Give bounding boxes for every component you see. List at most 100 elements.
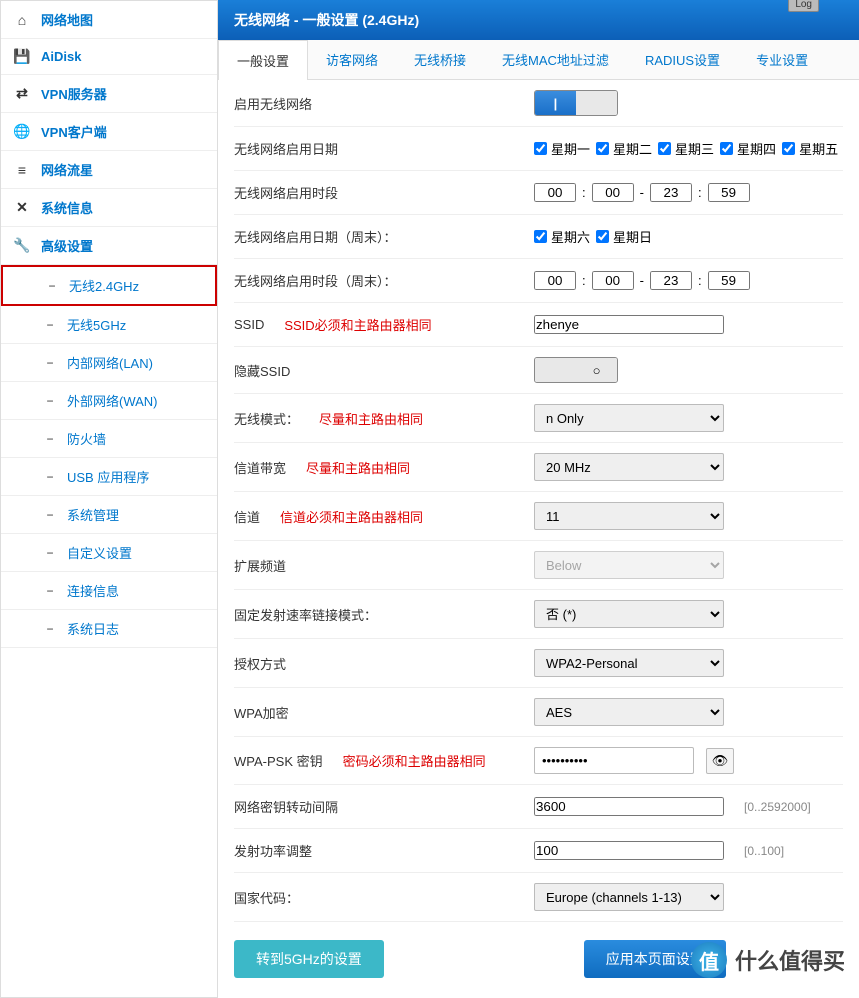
checkbox-thu[interactable]: 星期四 xyxy=(720,139,776,158)
checkbox-mon[interactable]: 星期一 xyxy=(534,139,590,158)
toggle-off: ○ xyxy=(576,358,617,382)
goto-5ghz-button[interactable]: 转到5GHz的设置 xyxy=(234,940,384,978)
enable-radio-toggle[interactable]: | xyxy=(534,90,618,116)
checkbox-wed[interactable]: 星期三 xyxy=(658,139,714,158)
time-m2-input[interactable] xyxy=(708,183,750,202)
label: 网络密钥转动间隔 xyxy=(234,797,338,816)
gmode-select[interactable]: 否 (*) xyxy=(534,600,724,628)
sidebar-item-syslog[interactable]: −系统日志 xyxy=(1,610,217,648)
sidebar-item-advanced[interactable]: 🔧高级设置 xyxy=(1,227,217,265)
tab-bridge[interactable]: 无线桥接 xyxy=(396,40,484,79)
note: SSID必须和主路由器相同 xyxy=(284,315,431,334)
time-h2-input[interactable] xyxy=(650,183,692,202)
time-h1-input[interactable] xyxy=(534,183,576,202)
row-rekey: 网络密钥转动间隔 [0..2592000] xyxy=(234,785,843,829)
checkbox-fri[interactable]: 星期五 xyxy=(782,139,838,158)
main-content: Log 无线网络 - 一般设置 (2.4GHz) 一般设置 访客网络 无线桥接 … xyxy=(218,0,859,998)
hint: [0..2592000] xyxy=(744,800,811,814)
label: 扩展频道 xyxy=(234,556,286,575)
sidebar-label: 系统信息 xyxy=(41,198,93,217)
sidebar-item-sysinfo[interactable]: ✕系统信息 xyxy=(1,189,217,227)
checkbox-input[interactable] xyxy=(720,142,733,155)
auth-select[interactable]: WPA2-Personal xyxy=(534,649,724,677)
sidebar-label: 无线5GHz xyxy=(67,315,126,334)
sidebar-label: 外部网络(WAN) xyxy=(67,391,158,410)
sidebar-label: 内部网络(LAN) xyxy=(67,353,153,372)
checkbox-sun[interactable]: 星期日 xyxy=(596,227,652,246)
checkbox-input[interactable] xyxy=(782,142,795,155)
checkbox-input[interactable] xyxy=(534,142,547,155)
sidebar-label: VPN客户端 xyxy=(41,122,107,141)
sidebar-label: VPN服务器 xyxy=(41,84,107,103)
ext-channel-select: Below xyxy=(534,551,724,579)
sidebar-item-custom[interactable]: −自定义设置 xyxy=(1,534,217,572)
ssid-input[interactable] xyxy=(534,315,724,334)
sidebar-label: 防火墙 xyxy=(67,429,106,448)
form: 启用无线网络 | 无线网络启用日期 星期一 星期二 星期三 星期四 星期五 xyxy=(218,80,859,998)
checkbox-tue[interactable]: 星期二 xyxy=(596,139,652,158)
checkbox-input[interactable] xyxy=(658,142,671,155)
sidebar-label: 系统管理 xyxy=(67,505,119,524)
label: WPA-PSK 密钥 xyxy=(234,751,323,770)
channel-select[interactable]: 11 xyxy=(534,502,724,530)
tab-macfilter[interactable]: 无线MAC地址过滤 xyxy=(484,40,627,79)
wrench-icon: 🔧 xyxy=(13,237,31,254)
sidebar-label: 连接信息 xyxy=(67,581,119,600)
sidebar-item-vpnclient[interactable]: 🌐VPN客户端 xyxy=(1,113,217,151)
sidebar-item-wireless24[interactable]: −无线2.4GHz xyxy=(1,265,217,306)
label: 国家代码： xyxy=(234,888,299,907)
sidebar-item-netmap[interactable]: ⌂网络地图 xyxy=(1,1,217,39)
time-m1-input[interactable] xyxy=(592,183,634,202)
sidebar-label: USB 应用程序 xyxy=(67,467,149,486)
time-we-m2-input[interactable] xyxy=(708,271,750,290)
sidebar-label: AiDisk xyxy=(41,49,81,64)
sidebar-item-vpnserver[interactable]: ⇄VPN服务器 xyxy=(1,75,217,113)
tab-radius[interactable]: RADIUS设置 xyxy=(627,40,738,79)
time-we-m1-input[interactable] xyxy=(592,271,634,290)
country-select[interactable]: Europe (channels 1-13) xyxy=(534,883,724,911)
show-password-button[interactable]: 👁 xyxy=(706,748,734,774)
sidebar-item-traffic[interactable]: ≡网络流星 xyxy=(1,151,217,189)
checkbox-input[interactable] xyxy=(534,230,547,243)
sidebar-item-usb[interactable]: −USB 应用程序 xyxy=(1,458,217,496)
checkbox-input[interactable] xyxy=(596,142,609,155)
note: 信道必须和主路由器相同 xyxy=(280,507,423,526)
row-wpa-enc: WPA加密 AES xyxy=(234,688,843,737)
actions: 转到5GHz的设置 应用本页面设置 xyxy=(234,922,843,978)
checkbox-input[interactable] xyxy=(596,230,609,243)
log-button[interactable]: Log xyxy=(788,0,819,12)
mode-select[interactable]: n Only xyxy=(534,404,724,432)
sidebar-item-wireless5[interactable]: −无线5GHz xyxy=(1,306,217,344)
tab-guest[interactable]: 访客网络 xyxy=(308,40,396,79)
tab-pro[interactable]: 专业设置 xyxy=(738,40,826,79)
checkbox-sat[interactable]: 星期六 xyxy=(534,227,590,246)
sidebar-label: 无线2.4GHz xyxy=(69,276,139,295)
sidebar-item-connection[interactable]: −连接信息 xyxy=(1,572,217,610)
sidebar-label: 网络地图 xyxy=(41,10,93,29)
time-we-h1-input[interactable] xyxy=(534,271,576,290)
row-enable-date-weekend: 无线网络启用日期（周末）： 星期六 星期日 xyxy=(234,215,843,259)
sidebar-item-wan[interactable]: −外部网络(WAN) xyxy=(1,382,217,420)
sidebar-item-admin[interactable]: −系统管理 xyxy=(1,496,217,534)
hide-ssid-toggle[interactable]: ○ xyxy=(534,357,618,383)
time-we-h2-input[interactable] xyxy=(650,271,692,290)
bandwidth-select[interactable]: 20 MHz xyxy=(534,453,724,481)
sidebar-item-lan[interactable]: −内部网络(LAN) xyxy=(1,344,217,382)
row-gmode: 固定发射速率链接模式： 否 (*) xyxy=(234,590,843,639)
label: 无线网络启用日期 xyxy=(234,139,338,158)
sidebar: ⌂网络地图 💾AiDisk ⇄VPN服务器 🌐VPN客户端 ≡网络流星 ✕系统信… xyxy=(0,0,218,998)
minus-icon: − xyxy=(43,622,57,636)
wpa-enc-select[interactable]: AES xyxy=(534,698,724,726)
apply-button[interactable]: 应用本页面设置 xyxy=(584,940,726,978)
rekey-input[interactable] xyxy=(534,797,724,816)
page-header: 无线网络 - 一般设置 (2.4GHz) xyxy=(218,0,859,40)
tab-general[interactable]: 一般设置 xyxy=(218,40,308,80)
row-enable-date: 无线网络启用日期 星期一 星期二 星期三 星期四 星期五 xyxy=(234,127,843,171)
row-psk: WPA-PSK 密钥密码必须和主路由器相同 👁 xyxy=(234,737,843,785)
txpower-input[interactable] xyxy=(534,841,724,860)
minus-icon: − xyxy=(43,394,57,408)
sidebar-item-firewall[interactable]: −防火墙 xyxy=(1,420,217,458)
psk-input[interactable] xyxy=(534,747,694,774)
sidebar-item-aidisk[interactable]: 💾AiDisk xyxy=(1,39,217,75)
row-enable-time-weekend: 无线网络启用时段（周末）： : - : xyxy=(234,259,843,303)
